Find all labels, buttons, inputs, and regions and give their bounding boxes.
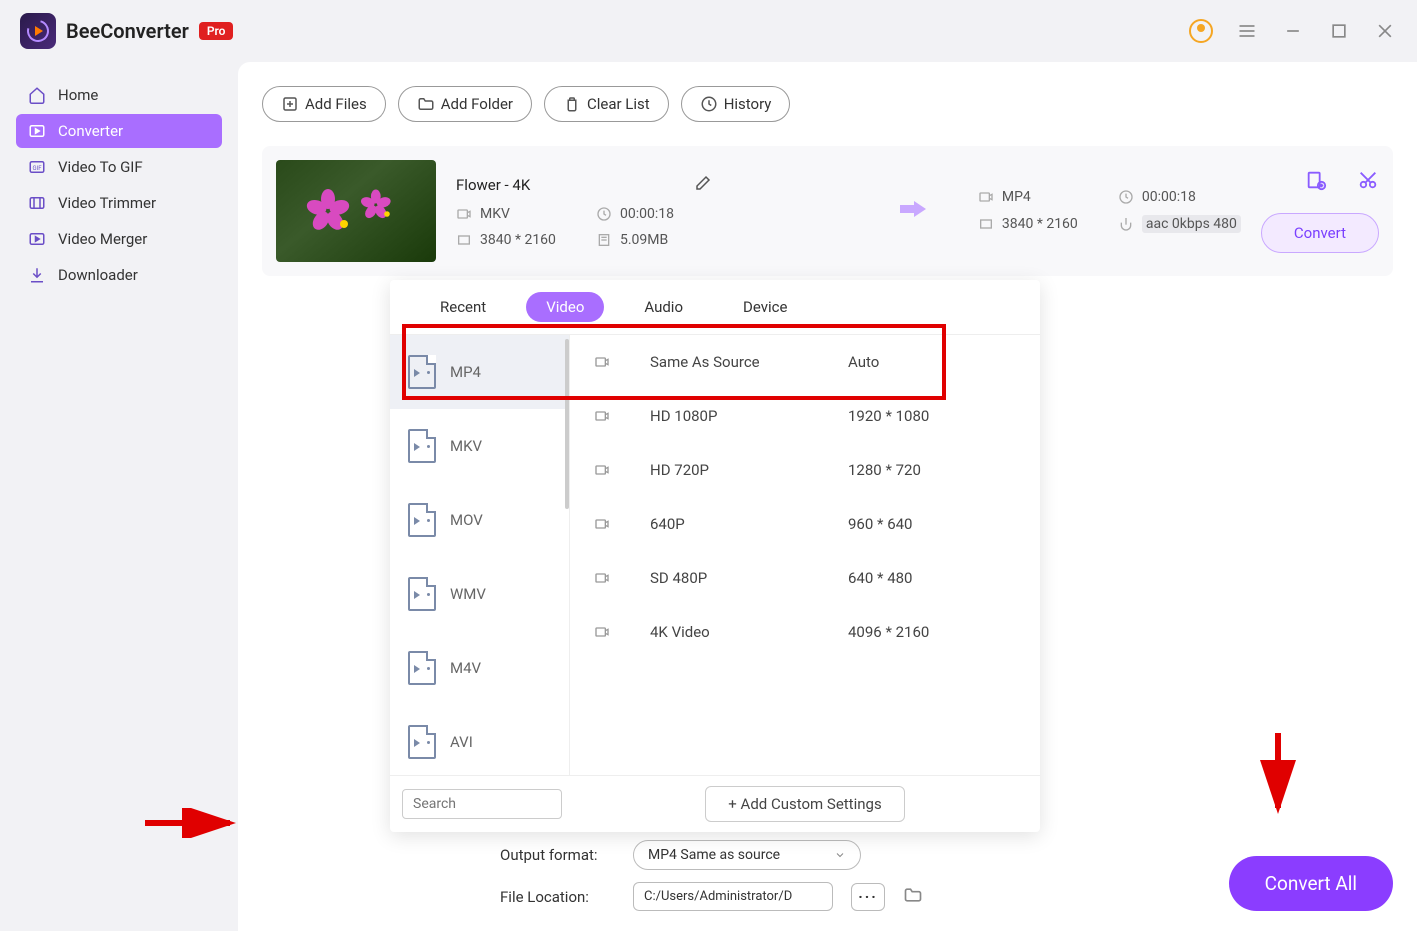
maximize-icon[interactable] — [1327, 19, 1351, 43]
resolution-item[interactable]: SD 480P640 * 480 — [570, 551, 1040, 605]
item-trim-icon[interactable] — [1357, 169, 1379, 195]
history-button[interactable]: History — [681, 86, 791, 122]
file-item: Flower - 4K MKV 00:00:18 3840 * 2160 5.0… — [262, 146, 1393, 276]
sidebar-item-video-merger[interactable]: Video Merger — [16, 222, 222, 256]
svg-text:GIF: GIF — [33, 165, 43, 172]
tab-device[interactable]: Device — [723, 292, 807, 322]
sidebar-item-converter[interactable]: Converter — [16, 114, 222, 148]
open-folder-icon[interactable] — [903, 885, 923, 909]
src-duration: 00:00:18 — [620, 206, 674, 222]
menu-icon[interactable] — [1235, 19, 1259, 43]
resolution-item[interactable]: 4K Video4096 * 2160 — [570, 605, 1040, 659]
format-item-mov[interactable]: MOV — [390, 483, 569, 557]
src-container: MKV — [480, 206, 510, 222]
format-item-wmv[interactable]: WMV — [390, 557, 569, 631]
item-title: Flower - 4K — [456, 176, 530, 194]
more-button[interactable]: ··· — [851, 883, 885, 911]
sidebar-item-video-trimmer[interactable]: Video Trimmer — [16, 186, 222, 220]
add-folder-button[interactable]: Add Folder — [398, 86, 532, 122]
minimize-icon[interactable] — [1281, 19, 1305, 43]
src-size: 5.09MB — [620, 232, 668, 248]
resolution-item[interactable]: HD 1080P1920 * 1080 — [570, 389, 1040, 443]
sidebar-item-label: Video Merger — [58, 230, 147, 248]
gif-icon: GIF — [28, 158, 46, 176]
resolution-item[interactable]: 640P960 * 640 — [570, 497, 1040, 551]
home-icon — [28, 86, 46, 104]
app-logo — [20, 13, 56, 49]
trimmer-icon — [28, 194, 46, 212]
tab-recent[interactable]: Recent — [420, 292, 506, 322]
add-files-button[interactable]: Add Files — [262, 86, 386, 122]
format-popup: Recent Video Audio Device MP4MKVMOVWMVM4… — [390, 280, 1040, 832]
video-thumbnail[interactable] — [276, 160, 436, 262]
converter-icon — [28, 122, 46, 140]
dst-resolution: 3840 * 2160 — [1002, 216, 1078, 232]
add-custom-settings-button[interactable]: + Add Custom Settings — [705, 786, 904, 822]
sidebar-item-home[interactable]: Home — [16, 78, 222, 112]
resolution-item[interactable]: HD 720P1280 * 720 — [570, 443, 1040, 497]
user-icon[interactable] — [1189, 19, 1213, 43]
format-item-avi[interactable]: AVI — [390, 705, 569, 779]
dst-container: MP4 — [1002, 189, 1031, 205]
dst-audio: aac 0kbps 480 — [1142, 215, 1241, 233]
sidebar-item-video-to-gif[interactable]: GIF Video To GIF — [16, 150, 222, 184]
app-name: BeeConverter — [66, 19, 189, 43]
format-list: MP4MKVMOVWMVM4VAVI — [390, 335, 570, 775]
arrow-icon — [898, 197, 928, 225]
item-settings-icon[interactable] — [1305, 169, 1327, 195]
convert-all-button[interactable]: Convert All — [1229, 856, 1393, 911]
merger-icon — [28, 230, 46, 248]
format-item-mp4[interactable]: MP4 — [390, 335, 569, 409]
sidebar-item-downloader[interactable]: Downloader — [16, 258, 222, 292]
search-input[interactable] — [402, 789, 562, 819]
sidebar-item-label: Video Trimmer — [58, 194, 156, 212]
sidebar: Home Converter GIF Video To GIF Video Tri… — [0, 62, 238, 931]
sidebar-item-label: Video To GIF — [58, 158, 143, 176]
dst-duration: 00:00:18 — [1142, 189, 1196, 205]
sidebar-item-label: Downloader — [58, 266, 138, 284]
format-item-mkv[interactable]: MKV — [390, 409, 569, 483]
resolution-item[interactable]: Same As SourceAuto — [570, 335, 1040, 389]
convert-button[interactable]: Convert — [1261, 213, 1379, 253]
output-format-dropdown[interactable]: MP4 Same as source — [633, 840, 861, 870]
clear-list-button[interactable]: Clear List — [544, 86, 669, 122]
format-item-m4v[interactable]: M4V — [390, 631, 569, 705]
resolution-list: Same As SourceAutoHD 1080P1920 * 1080HD … — [570, 335, 1040, 775]
file-location-label: File Location: — [500, 888, 615, 906]
tab-video[interactable]: Video — [526, 292, 604, 322]
output-format-label: Output format: — [500, 846, 615, 864]
sidebar-item-label: Home — [58, 86, 98, 104]
tab-audio[interactable]: Audio — [624, 292, 703, 322]
sidebar-item-label: Converter — [58, 122, 123, 140]
pro-badge: Pro — [199, 22, 234, 40]
src-resolution: 3840 * 2160 — [480, 232, 556, 248]
close-icon[interactable] — [1373, 19, 1397, 43]
download-icon — [28, 266, 46, 284]
file-location-field[interactable]: C:/Users/Administrator/D — [633, 882, 833, 911]
edit-title-icon[interactable] — [694, 174, 712, 196]
